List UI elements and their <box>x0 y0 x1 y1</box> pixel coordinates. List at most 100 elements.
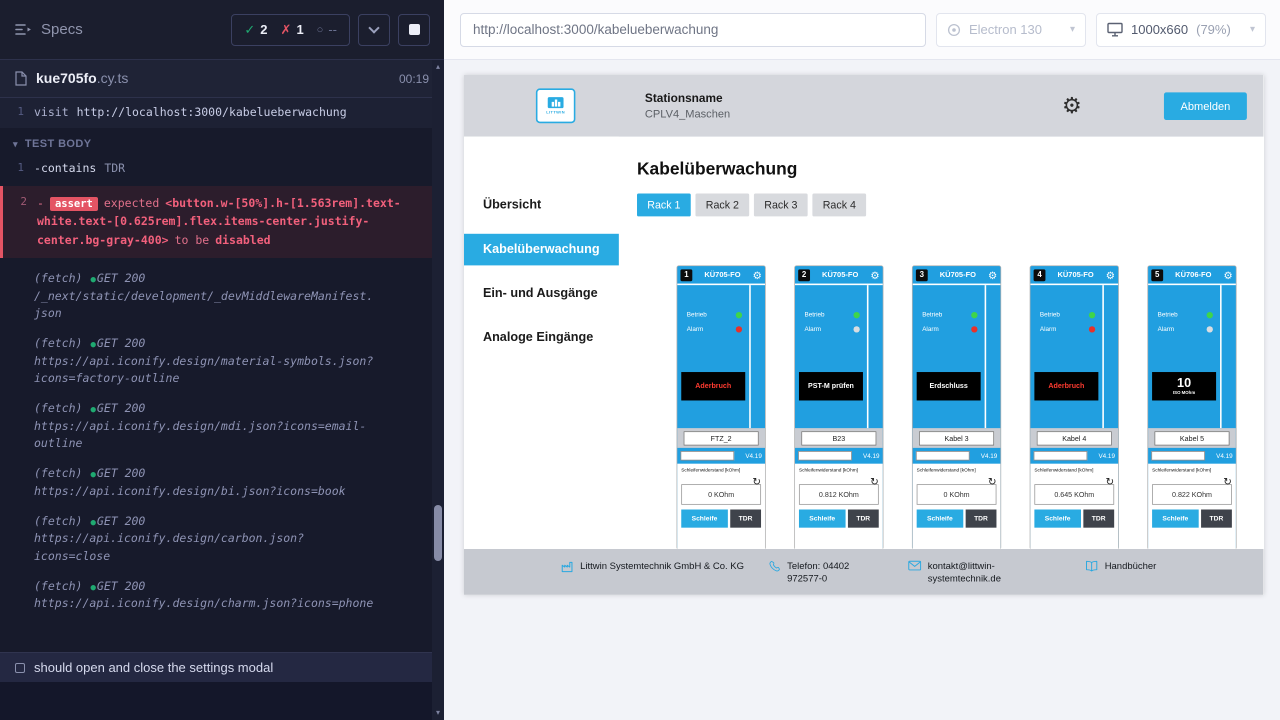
settings-gear-icon[interactable]: ⚙ <box>1062 95 1082 117</box>
fetch-log-row[interactable]: (fetch)●GET 200https://api.iconify.desig… <box>0 329 432 394</box>
card-status-unit: ISO MOhm <box>1173 391 1195 396</box>
electron-icon <box>947 23 961 37</box>
contains-command-row[interactable]: 1 -containsTDR <box>0 157 432 180</box>
tdr-button[interactable]: TDR <box>1083 509 1114 527</box>
collapse-reporter-button[interactable] <box>358 14 390 46</box>
scroll-up-arrow-icon[interactable]: ▴ <box>432 60 444 74</box>
tab-rack-1[interactable]: Rack 1 <box>637 194 691 217</box>
collapsed-test-row[interactable]: should open and close the settings modal <box>0 652 432 682</box>
measurement-label: Schleifenwiderstand [kOhm] <box>917 468 997 474</box>
reporter-scrollbar[interactable]: ▴ ▾ <box>432 60 444 720</box>
schleife-button[interactable]: Schleife <box>681 509 727 527</box>
cable-name-field: FTZ_2 <box>684 431 759 445</box>
firmware-version: V4.19 <box>863 452 880 459</box>
specs-menu-button[interactable]: Specs <box>14 21 83 38</box>
failed-assert-row[interactable]: 2 -assertexpected<button.w-[50%].h-[1.56… <box>0 186 432 259</box>
card-settings-gear-icon[interactable]: ⚙ <box>988 270 997 280</box>
card-settings-gear-icon[interactable]: ⚙ <box>753 270 762 280</box>
card-side-strip <box>867 285 883 428</box>
refresh-icon[interactable]: ↻ <box>752 476 761 486</box>
fetch-status: GET 200 <box>97 514 145 528</box>
alarm-label: Alarm <box>1158 325 1175 332</box>
sidebar-item-kabelueberwachung[interactable]: Kabelüberwachung <box>464 234 619 266</box>
line-number: 2 <box>3 194 37 250</box>
footer-manuals-link[interactable]: Handbücher <box>1085 559 1156 572</box>
fetch-log-row[interactable]: (fetch)●GET 200https://api.iconify.desig… <box>0 394 432 459</box>
card-settings-gear-icon[interactable]: ⚙ <box>1223 270 1232 280</box>
app-footer: Littwin Systemtechnik GmbH & Co. KG Tele… <box>464 549 1263 595</box>
fetch-label: (fetch) <box>34 579 82 593</box>
betrieb-status-dot <box>853 312 859 318</box>
tdr-button[interactable]: TDR <box>1201 509 1232 527</box>
firmware-version: V4.19 <box>981 452 998 459</box>
footer-email[interactable]: kontakt@littwin-systemtechnik.de <box>908 559 1007 585</box>
fetch-log-row[interactable]: (fetch)●GET 200/_next/static/development… <box>0 264 432 329</box>
passed-count: 2 <box>260 22 267 37</box>
command-prefix: - <box>34 161 41 175</box>
success-dot-icon: ● <box>90 518 95 528</box>
tab-rack-4[interactable]: Rack 4 <box>812 194 866 217</box>
card-side-strip <box>1220 285 1236 428</box>
runner-url-toolbar: Electron 130 ▾ 1000x660 (79%) ▾ <box>444 0 1280 60</box>
stop-tests-button[interactable] <box>398 14 430 46</box>
sidebar-item-uebersicht[interactable]: Übersicht <box>464 190 619 222</box>
tdr-button[interactable]: TDR <box>965 509 996 527</box>
command-name: visit <box>34 105 69 119</box>
fetch-log-row[interactable]: (fetch)●GET 200https://api.iconify.desig… <box>0 459 432 507</box>
scrollbar-thumb[interactable] <box>434 505 442 561</box>
sidebar-item-ein-und-ausgaenge[interactable]: Ein- und Ausgänge <box>464 278 619 310</box>
viewport-scale: (79%) <box>1196 22 1231 37</box>
viewport-select[interactable]: 1000x660 (79%) ▾ <box>1096 13 1266 47</box>
command-log: 1 visithttp://localhost:3000/kabelueberw… <box>0 98 432 620</box>
refresh-icon[interactable]: ↻ <box>1223 476 1232 486</box>
schleife-button[interactable]: Schleife <box>917 509 963 527</box>
fetch-status: GET 200 <box>97 466 145 480</box>
refresh-icon[interactable]: ↻ <box>870 476 879 486</box>
card-side-strip <box>985 285 1001 428</box>
tab-rack-3[interactable]: Rack 3 <box>754 194 808 217</box>
chevron-down-icon: ▾ <box>1250 24 1255 35</box>
station-label: Stationsname <box>645 92 730 105</box>
resistance-value: 0 KOhm <box>681 484 761 505</box>
factory-icon <box>560 560 573 573</box>
cable-name-field: Kabel 4 <box>1037 431 1112 445</box>
version-bar <box>916 451 970 460</box>
card-number: 3 <box>916 269 928 281</box>
chevron-down-icon <box>368 22 379 33</box>
fetch-label: (fetch) <box>34 466 82 480</box>
test-body-section-header[interactable]: ▾ TEST BODY <box>0 128 432 157</box>
success-dot-icon: ● <box>90 583 95 593</box>
card-settings-gear-icon[interactable]: ⚙ <box>870 270 879 280</box>
schleife-button[interactable]: Schleife <box>1152 509 1198 527</box>
tdr-button[interactable]: TDR <box>848 509 879 527</box>
schleife-button[interactable]: Schleife <box>1034 509 1080 527</box>
spec-file-row[interactable]: kue705fo.cy.ts 00:19 <box>0 60 444 98</box>
command-name: contains <box>41 161 96 175</box>
ku-device-card: 2 KÜ705-FO ⚙ Betrieb <box>795 266 883 549</box>
tdr-button[interactable]: TDR <box>730 509 761 527</box>
card-settings-gear-icon[interactable]: ⚙ <box>1106 270 1115 280</box>
stop-icon <box>409 24 420 35</box>
refresh-icon[interactable]: ↻ <box>988 476 997 486</box>
browser-select[interactable]: Electron 130 ▾ <box>936 13 1086 47</box>
device-cards: 1 KÜ705-FO ⚙ Betrieb <box>677 266 1263 549</box>
schleife-button[interactable]: Schleife <box>799 509 845 527</box>
fetch-log-row[interactable]: (fetch)●GET 200https://api.iconify.desig… <box>0 507 432 572</box>
refresh-icon[interactable]: ↻ <box>1106 476 1115 486</box>
station-info: Stationsname CPLV4_Maschen <box>645 92 730 120</box>
alarm-status-dot <box>1207 326 1213 332</box>
tab-rack-2[interactable]: Rack 2 <box>695 194 749 217</box>
card-status-text: Erdschluss <box>929 382 967 390</box>
fetch-log-row[interactable]: (fetch)●GET 200https://api.iconify.desig… <box>0 572 432 620</box>
sidebar-item-analoge-eingaenge[interactable]: Analoge Eingänge <box>464 322 619 354</box>
scroll-down-arrow-icon[interactable]: ▾ <box>432 706 444 720</box>
card-status-display: PST-M prüfen <box>799 372 863 400</box>
fetch-status: GET 200 <box>97 579 145 593</box>
passed-check-icon: ✓ <box>244 22 255 38</box>
logout-button[interactable]: Abmelden <box>1164 92 1247 120</box>
visit-command-row[interactable]: 1 visithttp://localhost:3000/kabelueberw… <box>0 98 432 128</box>
success-dot-icon: ● <box>90 470 95 480</box>
resistance-value: 0.645 KOhm <box>1034 484 1114 505</box>
alarm-status-dot <box>853 326 859 332</box>
url-input[interactable] <box>460 13 926 47</box>
